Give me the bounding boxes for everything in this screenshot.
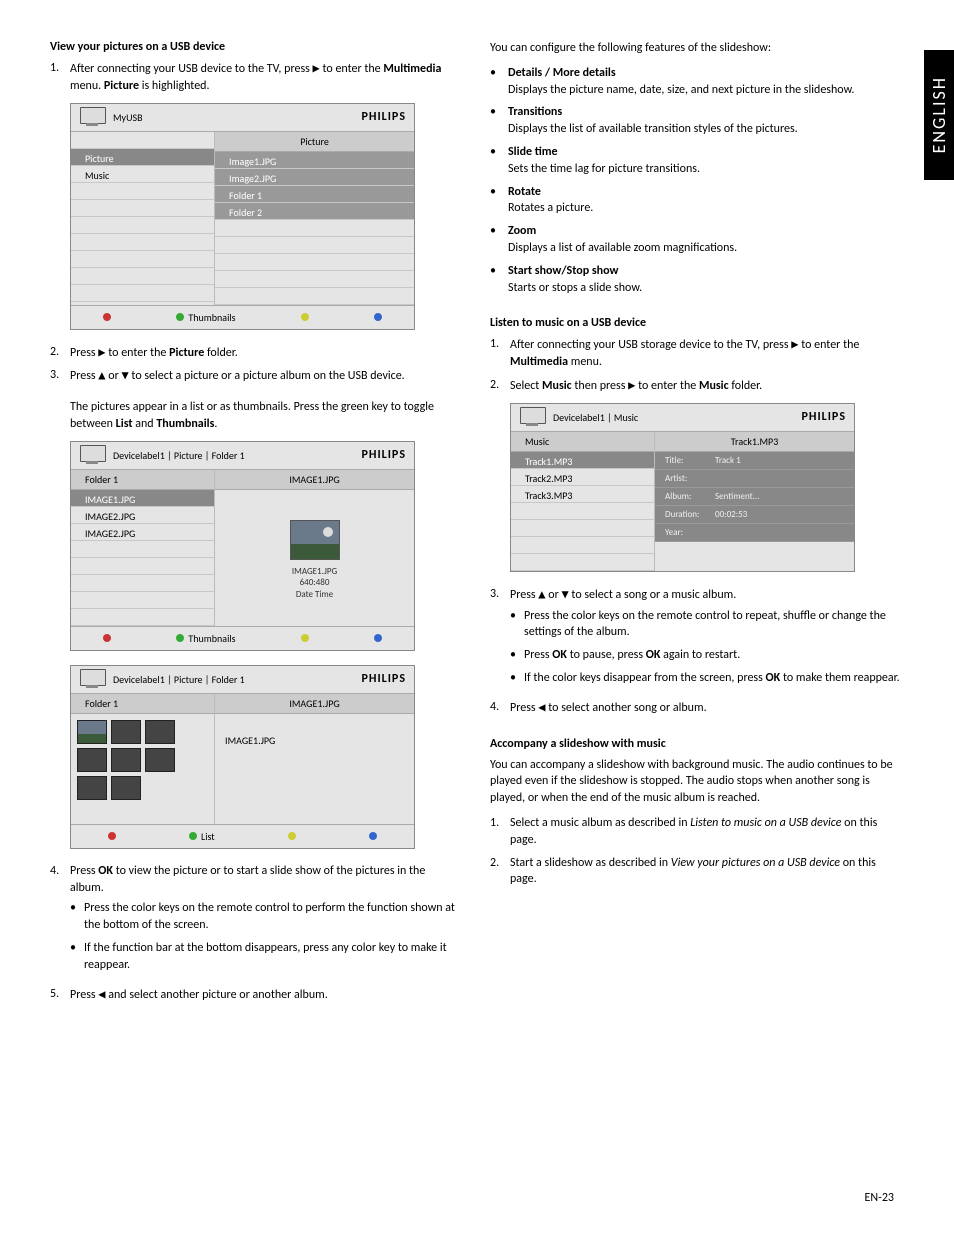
steps-continued-2: 4. Press OK to view the picture or to st… [50, 863, 460, 1004]
accompany-intro: You can accompany a slideshow with backg… [490, 757, 900, 807]
yellow-key-icon [288, 832, 296, 840]
list-item: IMAGE2.JPG [71, 524, 214, 541]
thumbnail [145, 748, 175, 772]
blue-key-icon [374, 313, 382, 321]
column-header: IMAGE1.JPG [215, 470, 414, 490]
tv-icon [77, 445, 107, 465]
left-arrow-icon: ◀ [98, 987, 105, 1001]
brand-logo: PHILIPS [362, 110, 407, 124]
slideshow-features: •Details / More detailsDisplays the pict… [490, 65, 900, 297]
page-number: EN-23 [865, 1191, 894, 1205]
down-arrow-icon: ▼ [121, 368, 128, 382]
thumbnail [145, 720, 175, 744]
language-tab: ENGLISH [924, 50, 954, 180]
list-item: Track3.MP3 [511, 486, 654, 503]
steps-view-pictures: 1. After connecting your USB device to t… [50, 60, 460, 95]
yellow-key-icon [301, 634, 309, 642]
thumbnail [77, 776, 107, 800]
steps-accompany: 1.Select a music album as described in L… [490, 815, 900, 888]
red-key-icon [103, 634, 111, 642]
slideshow-intro: You can configure the following features… [490, 40, 900, 57]
list-item: IMAGE1.JPG [71, 490, 214, 507]
thumbnail-grid [71, 714, 214, 806]
blue-key-icon [374, 634, 382, 642]
breadcrumb: Devicelabel1 | Picture | Folder 1 [113, 673, 362, 686]
tv-icon [517, 407, 547, 427]
tv-icon [77, 107, 107, 127]
column-header: Music [511, 432, 654, 452]
screenshot-thumbnail-view: Devicelabel1 | Picture | Folder 1 PHILIP… [70, 665, 415, 849]
thumbnail [111, 748, 141, 772]
list-item: Picture [71, 149, 214, 166]
breadcrumb: Devicelabel1 | Picture | Folder 1 [113, 449, 362, 462]
column-header: Folder 1 [71, 694, 214, 714]
thumbnail [111, 776, 141, 800]
red-key-icon [108, 832, 116, 840]
left-arrow-icon: ◀ [538, 700, 545, 714]
brand-logo: PHILIPS [362, 672, 407, 686]
red-key-icon [103, 313, 111, 321]
steps-music: 1.After connecting your USB storage devi… [490, 336, 900, 394]
list-item: Folder 2 [215, 203, 414, 220]
right-arrow-icon: ▶ [98, 345, 105, 359]
green-key-icon [176, 313, 184, 321]
down-arrow-icon: ▼ [561, 587, 568, 601]
list-item: IMAGE2.JPG [71, 507, 214, 524]
right-column: You can configure the following features… [490, 40, 900, 1009]
language-label: ENGLISH [928, 76, 950, 153]
steps-continued: 2. Press ▶ to enter the Picture folder. … [50, 344, 460, 433]
heading-accompany: Accompany a slideshow with music [490, 737, 900, 751]
up-arrow-icon: ▲ [538, 587, 545, 601]
blue-key-icon [369, 832, 377, 840]
list-item: Track1.MP3 [511, 452, 654, 469]
left-column: View your pictures on a USB device 1. Af… [50, 40, 460, 1009]
thumbnail [77, 748, 107, 772]
column-header: Folder 1 [71, 470, 214, 490]
right-arrow-icon: ▶ [313, 61, 320, 75]
screenshot-usb-root: MyUSB PHILIPS Picture Music Picture Imag… [70, 103, 415, 330]
thumbnail [111, 720, 141, 744]
tv-icon [77, 669, 107, 689]
list-item: Music [71, 166, 214, 183]
heading-view-pictures: View your pictures on a USB device [50, 40, 460, 54]
brand-logo: PHILIPS [802, 410, 847, 424]
column-header: Track1.MP3 [655, 432, 854, 452]
image-preview [290, 520, 340, 560]
list-item: Track2.MP3 [511, 469, 654, 486]
steps-music-2: 3. Press ▲ or ▼ to select a song or a mu… [490, 586, 900, 717]
up-arrow-icon: ▲ [98, 368, 105, 382]
column-header: IMAGE1.JPG [215, 694, 414, 714]
breadcrumb: Devicelabel1 | Music [553, 411, 802, 424]
screenshot-list-view: Devicelabel1 | Picture | Folder 1 PHILIP… [70, 441, 415, 651]
heading-listen-music: Listen to music on a USB device [490, 316, 900, 330]
list-item: Folder 1 [215, 186, 414, 203]
brand-logo: PHILIPS [362, 448, 407, 462]
green-key-icon [176, 634, 184, 642]
green-key-icon [189, 832, 197, 840]
list-item: Image1.JPG [215, 152, 414, 169]
yellow-key-icon [301, 313, 309, 321]
list-item: Image2.JPG [215, 169, 414, 186]
thumbnail [77, 720, 107, 744]
page-content: View your pictures on a USB device 1. Af… [50, 40, 904, 1009]
column-header: Picture [215, 132, 414, 152]
screenshot-music: Devicelabel1 | Music PHILIPS Music Track… [510, 403, 855, 572]
breadcrumb: MyUSB [113, 111, 362, 124]
